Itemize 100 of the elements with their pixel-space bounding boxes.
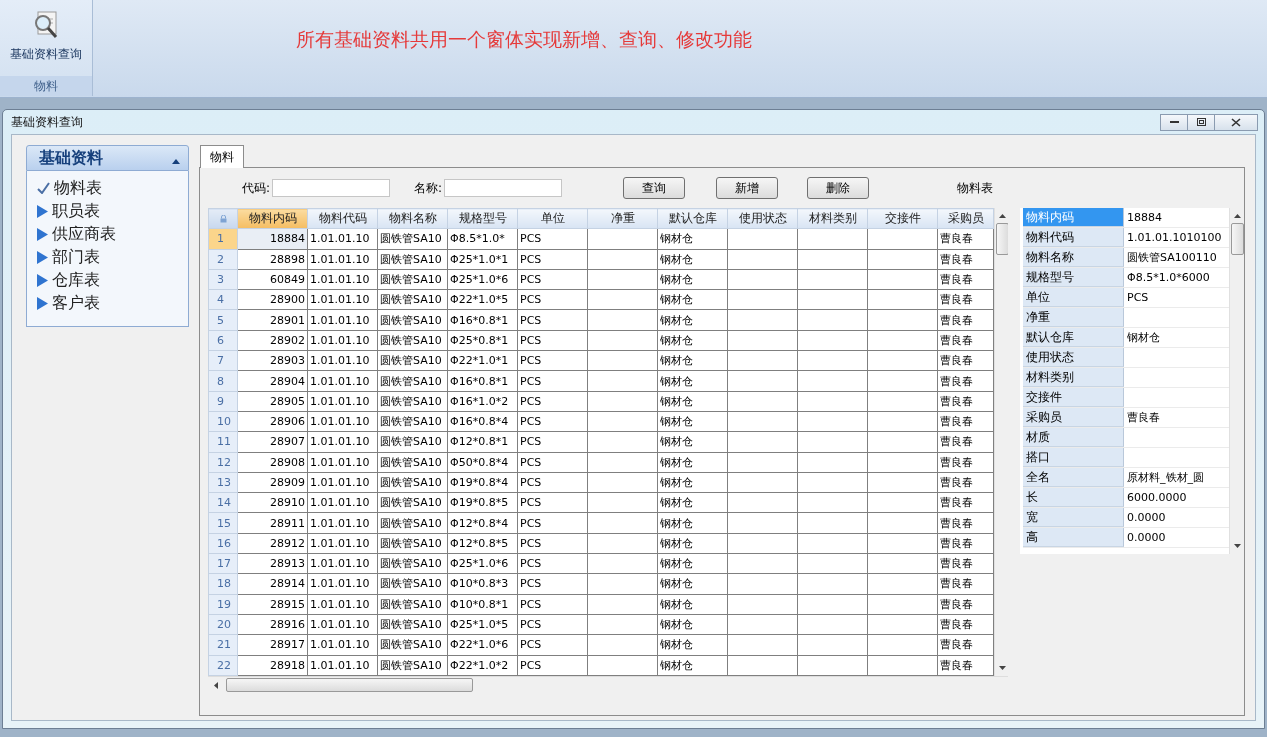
- column-header[interactable]: 净重: [587, 208, 658, 229]
- table-cell: 圆铁管SA10: [377, 594, 448, 615]
- column-header[interactable]: 使用状态: [727, 208, 798, 229]
- table-cell: 圆铁管SA10: [377, 573, 448, 595]
- table-cell: 28917: [237, 634, 308, 656]
- row-header[interactable]: 16: [208, 533, 238, 554]
- table-cell: 钢材仓: [657, 472, 728, 493]
- property-name[interactable]: 规格型号: [1023, 268, 1124, 287]
- row-header[interactable]: 19: [208, 594, 238, 615]
- table-cell: Φ22*1.0*6: [447, 634, 518, 656]
- nav-item[interactable]: 供应商表: [37, 223, 180, 245]
- column-header[interactable]: 物料代码: [307, 208, 378, 229]
- row-header[interactable]: 7: [208, 350, 238, 371]
- query-button[interactable]: 基础资料查询: [0, 0, 92, 76]
- field-label: 代码:: [242, 179, 271, 197]
- property-name[interactable]: 搭口: [1023, 448, 1124, 467]
- column-header[interactable]: 物料内码: [237, 208, 308, 229]
- property-name[interactable]: 材质: [1023, 428, 1124, 447]
- nav-item[interactable]: 仓库表: [37, 269, 180, 291]
- nav-item[interactable]: 职员表: [37, 200, 180, 222]
- row-header[interactable]: 18: [208, 573, 238, 595]
- table-cell: 曹良春: [937, 553, 994, 574]
- property-name[interactable]: 采购员: [1023, 408, 1124, 427]
- minimize-button[interactable]: [1160, 113, 1188, 131]
- column-header[interactable]: 默认仓库: [657, 208, 728, 229]
- property-name[interactable]: 默认仓库: [1023, 328, 1124, 347]
- property-name[interactable]: 材料类别: [1023, 368, 1124, 387]
- row-header[interactable]: 8: [208, 370, 238, 392]
- row-header[interactable]: 5: [208, 310, 238, 331]
- column-header[interactable]: 交接件: [867, 208, 938, 229]
- row-header[interactable]: 4: [208, 289, 238, 310]
- scroll-up-icon[interactable]: [1233, 214, 1241, 218]
- nav-item[interactable]: 部门表: [37, 246, 180, 268]
- row-header[interactable]: 22: [208, 655, 238, 676]
- tab[interactable]: 物料: [200, 145, 244, 168]
- row-header[interactable]: 14: [208, 492, 238, 513]
- table-cell: 1.01.01.10: [307, 370, 378, 392]
- action-button[interactable]: 删除: [807, 177, 870, 199]
- close-button[interactable]: [1214, 113, 1258, 131]
- table-cell: Φ16*0.8*1: [447, 370, 518, 392]
- row-header[interactable]: 21: [208, 634, 238, 656]
- row-header[interactable]: 17: [208, 553, 238, 574]
- row-header[interactable]: 2: [208, 249, 238, 270]
- table-cell: 曹良春: [937, 289, 994, 310]
- table-cell: Φ10*0.8*1: [447, 594, 518, 615]
- action-button[interactable]: 查询: [623, 177, 686, 199]
- table-cell: 1.01.01.10: [307, 411, 378, 432]
- scroll-thumb[interactable]: [1230, 223, 1244, 255]
- maximize-button[interactable]: [1187, 113, 1215, 131]
- scroll-up-icon[interactable]: [998, 214, 1006, 218]
- table-cell: 曹良春: [937, 634, 994, 656]
- action-button[interactable]: 新增: [716, 177, 779, 199]
- table-cell: 钢材仓: [657, 533, 728, 554]
- property-name[interactable]: 使用状态: [1023, 348, 1124, 367]
- scroll-down-icon[interactable]: [1233, 544, 1241, 548]
- scroll-left-icon[interactable]: [214, 681, 218, 689]
- property-name[interactable]: 全名: [1023, 468, 1124, 487]
- scroll-thumb[interactable]: [995, 223, 1008, 255]
- nav-panel-title: 基础资料: [39, 147, 103, 169]
- collapse-caret-icon[interactable]: [172, 158, 180, 164]
- property-name[interactable]: 物料名称: [1023, 248, 1124, 267]
- column-header[interactable]: 规格型号: [447, 208, 518, 229]
- table-cell: 圆铁管SA10: [377, 350, 448, 371]
- lock-icon: [219, 214, 227, 223]
- row-header[interactable]: 20: [208, 614, 238, 635]
- table-cell: 1.01.01.10: [307, 330, 378, 351]
- nav-item[interactable]: 物料表: [37, 177, 180, 199]
- property-name[interactable]: 长: [1023, 488, 1124, 507]
- table-cell: PCS: [517, 228, 588, 250]
- row-header[interactable]: 13: [208, 472, 238, 493]
- row-header[interactable]: 6: [208, 330, 238, 351]
- column-header[interactable]: 采购员: [937, 208, 994, 229]
- property-name[interactable]: 单位: [1023, 288, 1124, 307]
- row-header[interactable]: 1: [208, 228, 238, 250]
- column-header[interactable]: 单位: [517, 208, 588, 229]
- table-cell: PCS: [517, 391, 588, 412]
- row-header[interactable]: 9: [208, 391, 238, 412]
- nav-item[interactable]: 客户表: [37, 292, 180, 314]
- row-header[interactable]: 12: [208, 452, 238, 473]
- row-header[interactable]: 3: [208, 269, 238, 290]
- property-name[interactable]: 宽: [1023, 508, 1124, 527]
- table-cell: 1.01.01.10: [307, 533, 378, 554]
- scroll-thumb[interactable]: [226, 678, 473, 692]
- row-header[interactable]: 15: [208, 512, 238, 534]
- property-name[interactable]: 高: [1023, 528, 1124, 547]
- row-header[interactable]: 11: [208, 431, 238, 453]
- table-cell: 圆铁管SA10: [377, 411, 448, 432]
- column-header[interactable]: 物料名称: [377, 208, 448, 229]
- scroll-down-icon[interactable]: [998, 666, 1006, 670]
- input-field[interactable]: [444, 179, 563, 197]
- nav-panel-header[interactable]: 基础资料: [26, 145, 189, 171]
- input-field[interactable]: [272, 179, 391, 197]
- property-name[interactable]: 物料代码: [1023, 228, 1124, 247]
- property-name[interactable]: 净重: [1023, 308, 1124, 327]
- table-cell: 钢材仓: [657, 228, 728, 250]
- table-cell: PCS: [517, 370, 588, 392]
- row-header[interactable]: 10: [208, 411, 238, 432]
- column-header[interactable]: 材料类别: [797, 208, 868, 229]
- property-name[interactable]: 交接件: [1023, 388, 1124, 407]
- ribbon-group-label: 物料: [0, 76, 92, 96]
